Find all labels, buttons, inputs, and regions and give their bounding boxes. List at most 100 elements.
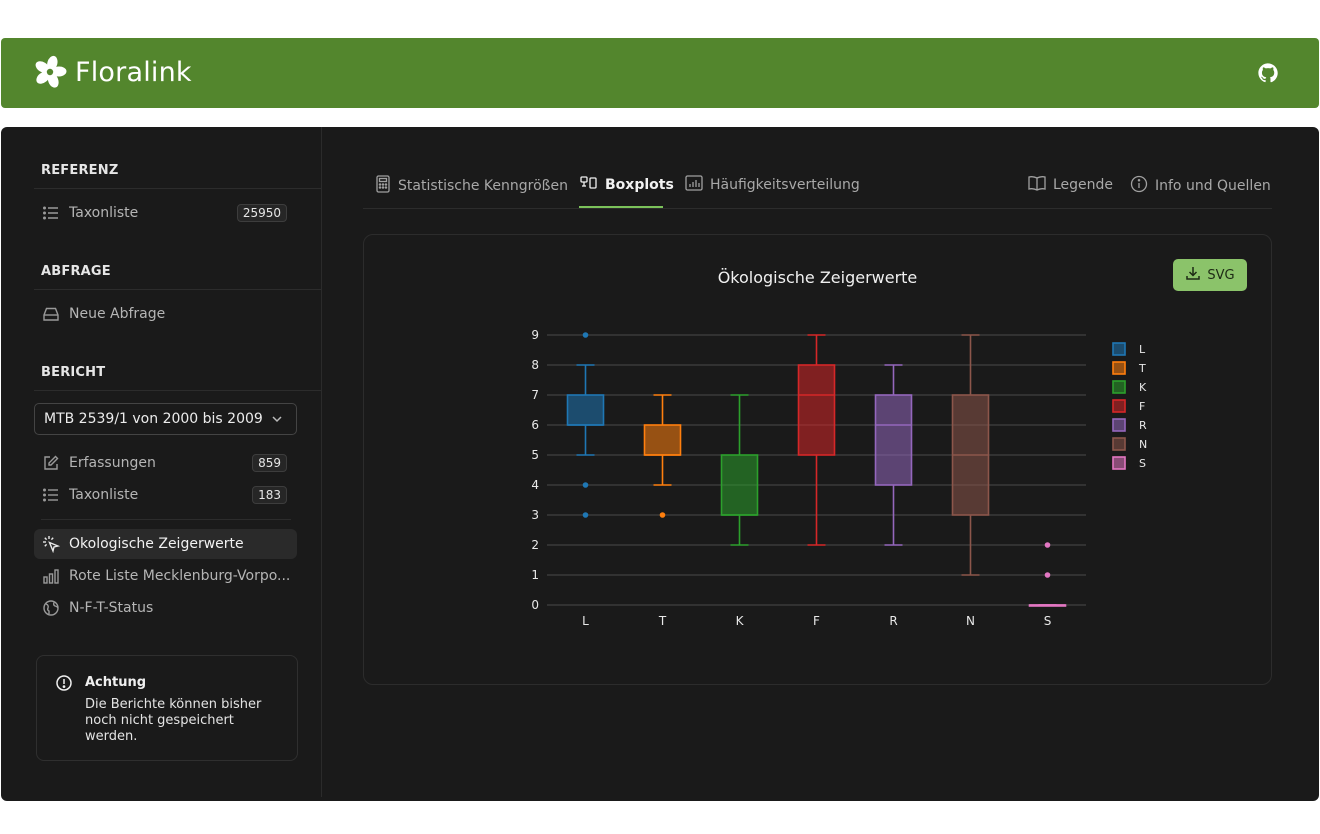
tab-statistische-kenngroessen[interactable]: Statistische Kenngrößen [375,175,568,197]
y-tick-label: 0 [531,598,539,612]
sparkle-cursor-icon [41,534,61,554]
tab-label: Häufigkeitsverteilung [710,177,860,193]
legend-swatch [1112,380,1126,394]
sidebar-item-label: Ökologische Zeigerwerte [69,536,244,552]
active-tab-indicator [579,206,663,208]
tab-label: Info und Quellen [1155,178,1271,194]
box [797,364,836,456]
legend-label: T [1138,362,1146,375]
count-badge: 25950 [236,204,287,222]
report-select[interactable]: MTB 2539/1 von 2000 bis 2009 [34,403,297,435]
box [566,394,605,426]
x-tick-label: S [1044,614,1052,628]
alert-circle-icon [55,674,73,696]
globe-icon [41,598,61,618]
sidebar-item-rote-liste[interactable]: Rote Liste Mecklenburg-Vorpo... [41,564,291,588]
sidebar-item-nft-status[interactable]: N-F-T-Status [41,596,291,620]
box [874,394,913,486]
divider [34,390,321,391]
sidebar: REFERENZ Taxonliste 25950 ABFRAGE Neue A… [1,127,322,797]
outlier-point [1044,572,1051,578]
y-tick-label: 4 [531,478,539,492]
legend-swatch [1112,342,1126,356]
app-name: Floralink [75,56,192,88]
book-icon [1028,175,1046,195]
divider [41,519,291,520]
divider [34,188,321,189]
x-tick-label: K [736,614,745,628]
y-tick-label: 7 [531,388,539,402]
outlier-point [582,332,589,338]
app-header: Floralink [1,38,1319,108]
sidebar-item-taxonliste-bericht[interactable]: Taxonliste 183 [41,483,291,507]
y-tick-label: 2 [531,538,539,552]
tab-haeufigkeitsverteilung[interactable]: Häufigkeitsverteilung [685,175,860,195]
legend-swatch [1112,361,1126,375]
legend-label: K [1139,381,1147,394]
boxplot-icon [580,175,598,195]
x-tick-label: L [582,614,589,628]
sidebar-item-label: Rote Liste Mecklenburg-Vorpo... [69,568,291,584]
tab-info-und-quellen[interactable]: Info und Quellen [1130,175,1271,197]
inbox-icon [41,304,61,324]
y-tick-label: 3 [531,508,539,522]
count-badge: 859 [252,454,287,472]
github-icon[interactable] [1257,62,1279,88]
y-tick-label: 8 [531,358,539,372]
count-badge: 183 [252,486,287,504]
x-tick-label: F [813,614,820,628]
edit-icon [41,453,61,473]
boxplot-chart: 0123456789L T K F R N SLTKFRNS [531,328,1147,628]
section-title-abfrage: ABFRAGE [41,264,111,279]
alert-body: Die Berichte können bisher noch nicht ge… [85,697,262,744]
tab-label: Boxplots [605,177,674,193]
chevron-down-icon [270,412,284,430]
legend-swatch [1112,456,1126,470]
outlier-point [582,482,589,488]
sidebar-item-taxonliste-referenz[interactable]: Taxonliste 25950 [41,201,291,225]
section-title-bericht: BERICHT [41,365,106,380]
legend-label: N [1139,438,1147,451]
tab-boxplots[interactable]: Boxplots [580,175,674,195]
logo[interactable]: Floralink [33,55,192,89]
y-tick-label: 1 [531,568,539,582]
alert-title: Achtung [85,675,147,690]
calculator-icon [375,175,391,197]
list-icon [41,485,61,505]
info-icon [1130,175,1148,197]
tab-legende[interactable]: Legende [1028,175,1113,195]
x-tick-label: R [889,614,897,628]
legend-label: S [1139,457,1146,470]
x-tick-label: N [966,614,975,628]
report-select-value: MTB 2539/1 von 2000 bis 2009 [44,411,263,427]
tab-label: Legende [1053,177,1114,193]
x-tick-label: T [658,614,667,628]
app-window: REFERENZ Taxonliste 25950 ABFRAGE Neue A… [1,127,1319,801]
legend-swatch [1112,418,1126,432]
box [643,424,682,456]
legend-swatch [1112,437,1126,451]
divider [34,289,321,290]
outlier-point [1044,542,1051,548]
sidebar-item-erfassungen[interactable]: Erfassungen 859 [41,451,291,475]
bar-chart-icon [685,175,703,195]
warning-alert: Achtung Die Berichte können bisher noch … [36,655,298,761]
outlier-point [582,512,589,518]
y-tick-label: 9 [531,328,539,342]
legend-label: L [1139,343,1146,356]
chart-card: Ökologische Zeigerwerte SVG 0123456789LT… [363,234,1272,685]
tab-label: Statistische Kenngrößen [398,178,568,194]
legend-label: R [1139,419,1147,432]
y-tick-label: 5 [531,448,539,462]
flower-logo-icon [35,55,67,88]
bar-chart-icon [41,566,61,586]
sidebar-item-neue-abfrage[interactable]: Neue Abfrage [41,302,291,326]
legend-swatch [1112,399,1126,413]
y-tick-label: 6 [531,418,539,432]
list-icon [41,203,61,223]
sidebar-item-oekologische-zeigerwerte[interactable]: Ökologische Zeigerwerte [41,532,291,556]
box [720,454,759,516]
sidebar-item-label: N-F-T-Status [69,600,154,616]
section-title-referenz: REFERENZ [41,163,119,178]
tab-bar: Statistische Kenngrößen Boxplots Häufigk… [363,169,1272,209]
